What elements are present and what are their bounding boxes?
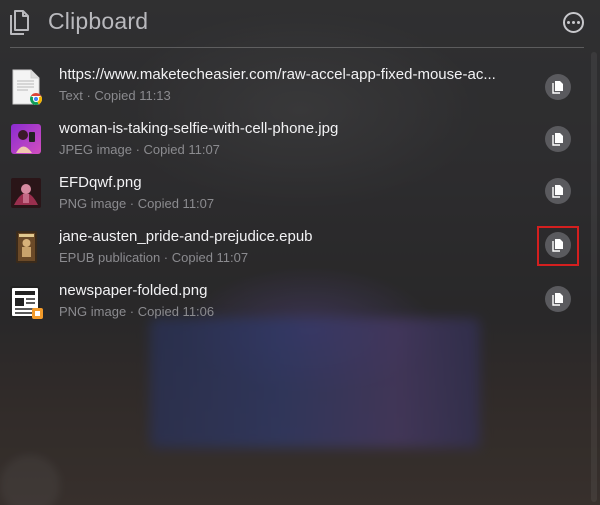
item-name: EFDqwf.png [59, 174, 142, 191]
list-item[interactable]: newspaper-folded.png PNG image · Copied … [0, 282, 590, 336]
highlight-box [537, 226, 579, 266]
document-chrome-icon [10, 69, 42, 105]
clipboard-icon [8, 7, 34, 35]
copy-button[interactable] [545, 126, 571, 152]
copy-icon [552, 293, 563, 306]
item-name: woman-is-taking-selfie-with-cell-phone.j… [59, 120, 339, 137]
copy-button[interactable] [545, 74, 571, 100]
item-name: https://www.maketecheasier.com/raw-accel… [59, 66, 496, 83]
page-title: Clipboard [48, 8, 149, 34]
jpeg-thumbnail [10, 123, 42, 159]
png-thumbnail [10, 177, 42, 213]
item-name: newspaper-folded.png [59, 282, 208, 299]
item-meta: EPUB publication · Copied 11:07 [59, 250, 249, 265]
list-item[interactable]: woman-is-taking-selfie-with-cell-phone.j… [0, 120, 590, 174]
copy-button[interactable] [545, 178, 571, 204]
item-meta: Text · Copied 11:13 [59, 88, 171, 103]
item-meta: JPEG image · Copied 11:07 [59, 142, 220, 157]
list-item[interactable]: https://www.maketecheasier.com/raw-accel… [0, 66, 590, 120]
clipboard-panel: Clipboard https://www.maketecheasier.com… [0, 0, 600, 505]
item-name: jane-austen_pride-and-prejudice.epub [59, 228, 313, 245]
copy-icon [552, 81, 563, 94]
copy-button[interactable] [545, 286, 571, 312]
ellipsis-circle-icon[interactable] [563, 12, 584, 33]
header: Clipboard [0, 0, 600, 48]
list-item[interactable]: EFDqwf.png PNG image · Copied 11:07 [0, 174, 590, 228]
item-meta: PNG image · Copied 11:07 [59, 196, 215, 211]
header-divider [10, 47, 584, 48]
copy-icon [552, 185, 563, 198]
list-item[interactable]: jane-austen_pride-and-prejudice.epub EPU… [0, 228, 590, 282]
copy-icon [552, 133, 563, 146]
newspaper-thumbnail [10, 284, 43, 320]
item-meta: PNG image · Copied 11:06 [59, 304, 215, 319]
epub-book-thumbnail [10, 230, 42, 266]
scrollbar[interactable] [591, 52, 597, 502]
